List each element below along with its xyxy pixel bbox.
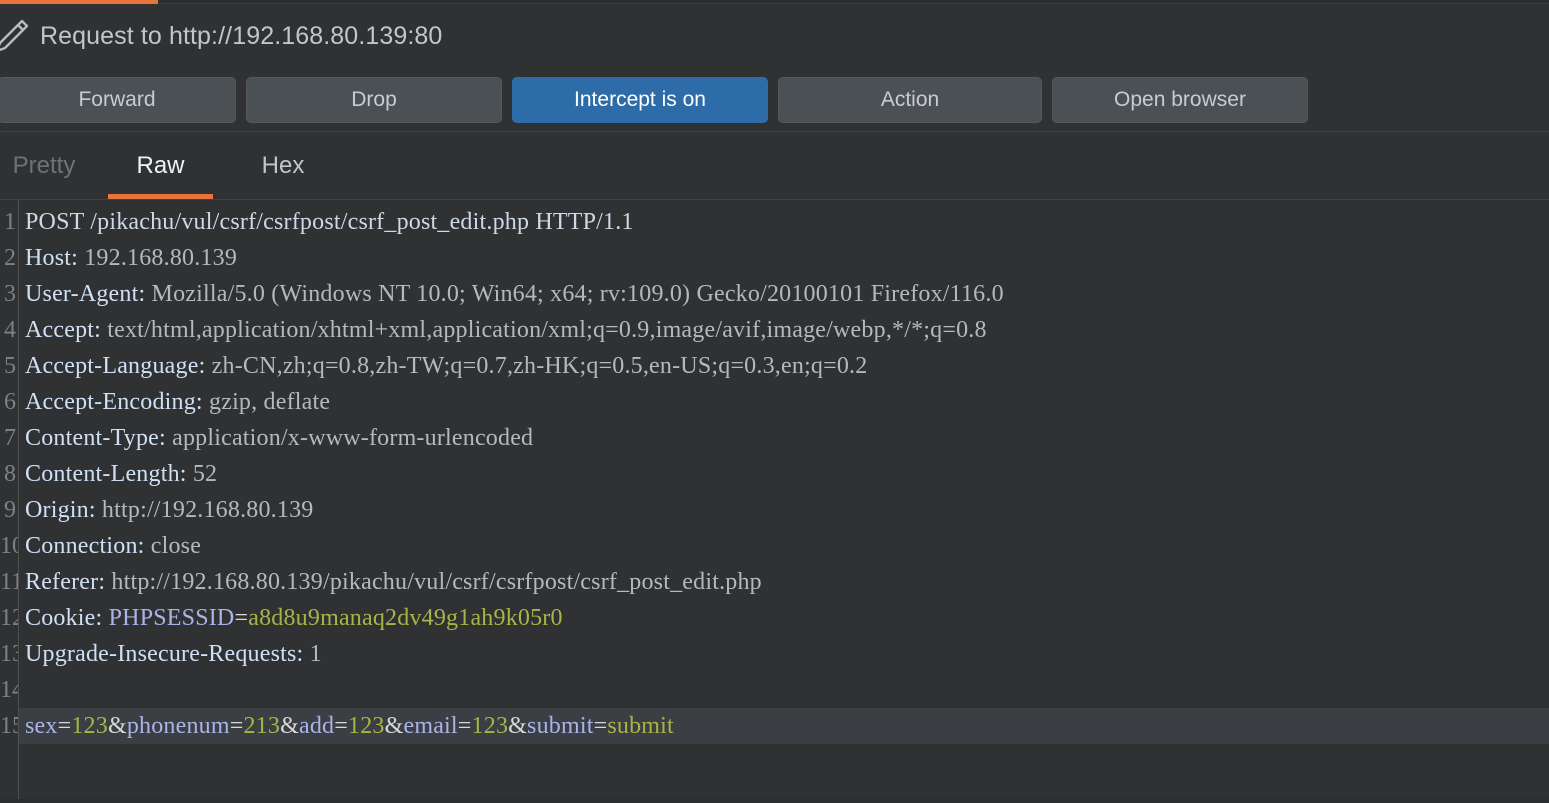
message-view-tabs: Pretty Raw Hex bbox=[0, 132, 1549, 200]
line-number: 5 bbox=[4, 353, 16, 379]
code-line[interactable]: POST /pikachu/vul/csrf/csrfpost/csrf_pos… bbox=[19, 204, 1549, 240]
code-line[interactable]: Connection: close bbox=[19, 528, 1549, 564]
line-number: 15 bbox=[0, 713, 18, 739]
code-line[interactable]: sex=123&phonenum=213&add=123&email=123&s… bbox=[19, 708, 1549, 744]
tab-pretty[interactable]: Pretty bbox=[0, 132, 98, 199]
code-line[interactable]: Cookie: PHPSESSID=a8d8u9manaq2dv49g1ah9k… bbox=[19, 600, 1549, 636]
line-number: 2 bbox=[4, 245, 16, 271]
action-button[interactable]: Action bbox=[778, 76, 1042, 123]
line-number: 13 bbox=[0, 641, 18, 667]
line-number: 6 bbox=[4, 389, 16, 415]
line-number: 7 bbox=[4, 425, 16, 451]
request-raw-text[interactable]: POST /pikachu/vul/csrf/csrfpost/csrf_pos… bbox=[19, 200, 1549, 799]
code-line[interactable]: Accept-Encoding: gzip, deflate bbox=[19, 384, 1549, 420]
request-titlebar: Request to http://192.168.80.139:80 bbox=[0, 4, 1549, 68]
line-number: 11 bbox=[0, 569, 18, 595]
request-title: Request to http://192.168.80.139:80 bbox=[40, 21, 443, 50]
line-number-gutter: 123456789101112131415 bbox=[0, 200, 19, 799]
line-number: 14 bbox=[0, 677, 18, 703]
code-line[interactable]: Content-Type: application/x-www-form-url… bbox=[19, 420, 1549, 456]
code-line[interactable]: Accept: text/html,application/xhtml+xml,… bbox=[19, 312, 1549, 348]
tab-raw[interactable]: Raw bbox=[98, 132, 223, 199]
line-number: 12 bbox=[0, 605, 18, 631]
intercept-toolbar: Forward Drop Intercept is on Action Open… bbox=[0, 68, 1549, 132]
code-line[interactable] bbox=[19, 672, 1549, 708]
code-line[interactable]: User-Agent: Mozilla/5.0 (Windows NT 10.0… bbox=[19, 276, 1549, 312]
line-number: 8 bbox=[4, 461, 16, 487]
tab-indicator-row bbox=[0, 0, 1549, 4]
code-line[interactable]: Accept-Language: zh-CN,zh;q=0.8,zh-TW;q=… bbox=[19, 348, 1549, 384]
open-browser-button[interactable]: Open browser bbox=[1052, 76, 1308, 123]
line-number: 9 bbox=[4, 497, 16, 523]
code-line[interactable]: Upgrade-Insecure-Requests: 1 bbox=[19, 636, 1549, 672]
tab-divider bbox=[158, 3, 1549, 4]
code-line[interactable]: Origin: http://192.168.80.139 bbox=[19, 492, 1549, 528]
forward-button[interactable]: Forward bbox=[0, 76, 236, 123]
code-line[interactable]: Referer: http://192.168.80.139/pikachu/v… bbox=[19, 564, 1549, 600]
line-number: 10 bbox=[0, 533, 18, 559]
request-editor[interactable]: 123456789101112131415 POST /pikachu/vul/… bbox=[0, 200, 1549, 799]
line-number: 3 bbox=[4, 281, 16, 307]
active-tab-accent bbox=[0, 0, 158, 4]
line-number: 4 bbox=[4, 317, 16, 343]
code-line[interactable]: Content-Length: 52 bbox=[19, 456, 1549, 492]
intercept-toggle-button[interactable]: Intercept is on bbox=[512, 76, 768, 123]
pencil-icon bbox=[0, 19, 29, 52]
line-number: 1 bbox=[4, 209, 16, 235]
code-line[interactable]: Host: 192.168.80.139 bbox=[19, 240, 1549, 276]
tab-raw-active-underline bbox=[108, 194, 213, 199]
drop-button[interactable]: Drop bbox=[246, 76, 502, 123]
tab-raw-label: Raw bbox=[136, 151, 185, 179]
tab-hex[interactable]: Hex bbox=[223, 132, 343, 199]
